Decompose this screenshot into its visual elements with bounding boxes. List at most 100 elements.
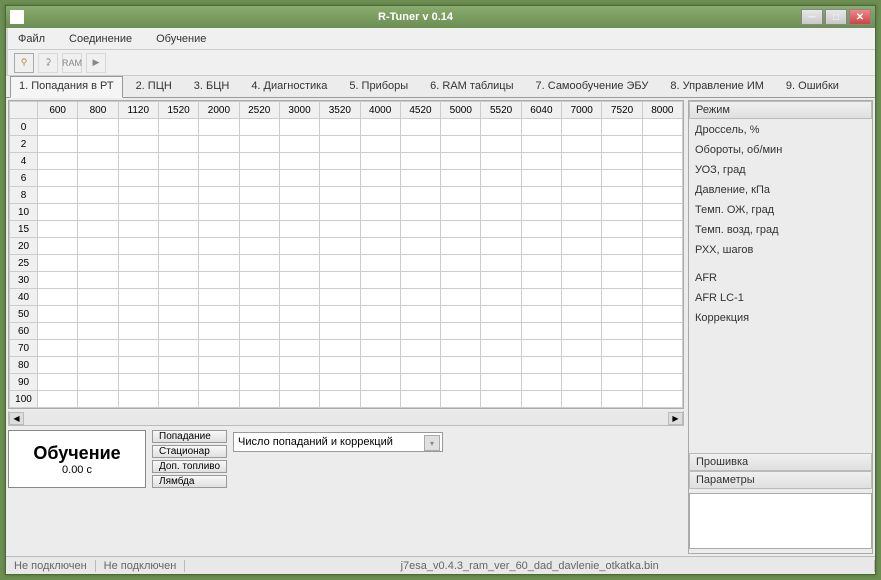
- grid-cell[interactable]: [521, 187, 561, 204]
- grid-cell[interactable]: [320, 153, 360, 170]
- play-icon[interactable]: ▶: [86, 53, 106, 73]
- grid-cell[interactable]: [400, 187, 440, 204]
- grid-cell[interactable]: [199, 306, 239, 323]
- horizontal-scrollbar[interactable]: ◀ ▶: [8, 411, 684, 426]
- grid-cell[interactable]: [602, 323, 642, 340]
- grid-cell[interactable]: [481, 204, 521, 221]
- tab-pcn[interactable]: 2. ПЦН: [127, 76, 181, 97]
- grid-cell[interactable]: [521, 119, 561, 136]
- grid-cell[interactable]: [158, 187, 198, 204]
- grid-cell[interactable]: [78, 187, 118, 204]
- grid-cell[interactable]: [118, 340, 158, 357]
- grid-cell[interactable]: [602, 119, 642, 136]
- grid-cell[interactable]: [78, 238, 118, 255]
- grid-cell[interactable]: [521, 272, 561, 289]
- grid-cell[interactable]: [360, 357, 400, 374]
- grid-cell[interactable]: [481, 374, 521, 391]
- grid-cell[interactable]: [521, 136, 561, 153]
- grid-cell[interactable]: [279, 340, 319, 357]
- grid-cell[interactable]: [441, 323, 481, 340]
- grid-cell[interactable]: [642, 323, 682, 340]
- grid-cell[interactable]: [642, 391, 682, 408]
- grid-cell[interactable]: [481, 221, 521, 238]
- grid-cell[interactable]: [279, 289, 319, 306]
- grid-cell[interactable]: [199, 153, 239, 170]
- ram-button[interactable]: RAM: [62, 53, 82, 73]
- grid-cell[interactable]: [279, 306, 319, 323]
- grid-cell[interactable]: [78, 119, 118, 136]
- grid-cell[interactable]: [602, 221, 642, 238]
- grid-cell[interactable]: [78, 306, 118, 323]
- grid-cell[interactable]: [400, 374, 440, 391]
- grid-cell[interactable]: [158, 289, 198, 306]
- grid-cell[interactable]: [78, 255, 118, 272]
- grid-cell[interactable]: [400, 340, 440, 357]
- grid-cell[interactable]: [199, 221, 239, 238]
- mode-header[interactable]: Режим: [689, 101, 872, 119]
- grid-cell[interactable]: [78, 153, 118, 170]
- grid-cell[interactable]: [279, 272, 319, 289]
- grid-cell[interactable]: [199, 340, 239, 357]
- hit-button[interactable]: Попадание: [152, 430, 227, 443]
- grid-cell[interactable]: [360, 204, 400, 221]
- grid-cell[interactable]: [38, 340, 78, 357]
- grid-cell[interactable]: [38, 153, 78, 170]
- grid-cell[interactable]: [441, 255, 481, 272]
- grid-cell[interactable]: [38, 357, 78, 374]
- grid-cell[interactable]: [602, 204, 642, 221]
- tab-bcn[interactable]: 3. БЦН: [185, 76, 239, 97]
- extra-fuel-button[interactable]: Доп. топливо: [152, 460, 227, 473]
- grid-cell[interactable]: [360, 391, 400, 408]
- grid-cell[interactable]: [481, 187, 521, 204]
- grid-cell[interactable]: [602, 306, 642, 323]
- grid-cell[interactable]: [360, 238, 400, 255]
- grid-cell[interactable]: [279, 170, 319, 187]
- grid-cell[interactable]: [602, 255, 642, 272]
- grid-cell[interactable]: [562, 289, 602, 306]
- grid-cell[interactable]: [360, 323, 400, 340]
- grid-cell[interactable]: [320, 255, 360, 272]
- grid-cell[interactable]: [320, 340, 360, 357]
- grid-cell[interactable]: [118, 323, 158, 340]
- grid-cell[interactable]: [158, 323, 198, 340]
- grid-cell[interactable]: [320, 170, 360, 187]
- grid-cell[interactable]: [562, 357, 602, 374]
- grid-cell[interactable]: [239, 272, 279, 289]
- grid-cell[interactable]: [320, 119, 360, 136]
- grid-cell[interactable]: [320, 357, 360, 374]
- grid-cell[interactable]: [239, 221, 279, 238]
- tab-gauges[interactable]: 5. Приборы: [340, 76, 417, 97]
- tab-diag[interactable]: 4. Диагностика: [242, 76, 336, 97]
- grid-cell[interactable]: [642, 221, 682, 238]
- grid-cell[interactable]: [78, 323, 118, 340]
- grid-cell[interactable]: [562, 238, 602, 255]
- grid-cell[interactable]: [400, 255, 440, 272]
- grid-cell[interactable]: [239, 391, 279, 408]
- grid-cell[interactable]: [279, 204, 319, 221]
- grid-cell[interactable]: [562, 306, 602, 323]
- grid-cell[interactable]: [400, 391, 440, 408]
- grid-cell[interactable]: [78, 289, 118, 306]
- grid-cell[interactable]: [38, 187, 78, 204]
- disconnect-icon[interactable]: ⚳: [38, 53, 58, 73]
- grid-cell[interactable]: [481, 153, 521, 170]
- grid-cell[interactable]: [118, 272, 158, 289]
- grid-cell[interactable]: [158, 153, 198, 170]
- grid-cell[interactable]: [360, 136, 400, 153]
- grid-cell[interactable]: [642, 357, 682, 374]
- grid-cell[interactable]: [642, 374, 682, 391]
- grid-cell[interactable]: [199, 374, 239, 391]
- grid-cell[interactable]: [602, 136, 642, 153]
- grid-cell[interactable]: [199, 391, 239, 408]
- grid-cell[interactable]: [118, 238, 158, 255]
- grid-cell[interactable]: [441, 170, 481, 187]
- grid-cell[interactable]: [562, 391, 602, 408]
- grid-cell[interactable]: [441, 153, 481, 170]
- grid-cell[interactable]: [602, 340, 642, 357]
- grid-cell[interactable]: [562, 170, 602, 187]
- grid-cell[interactable]: [279, 221, 319, 238]
- data-grid[interactable]: 6008001120152020002520300035204000452050…: [8, 100, 684, 409]
- grid-cell[interactable]: [360, 221, 400, 238]
- grid-cell[interactable]: [481, 238, 521, 255]
- grid-cell[interactable]: [78, 340, 118, 357]
